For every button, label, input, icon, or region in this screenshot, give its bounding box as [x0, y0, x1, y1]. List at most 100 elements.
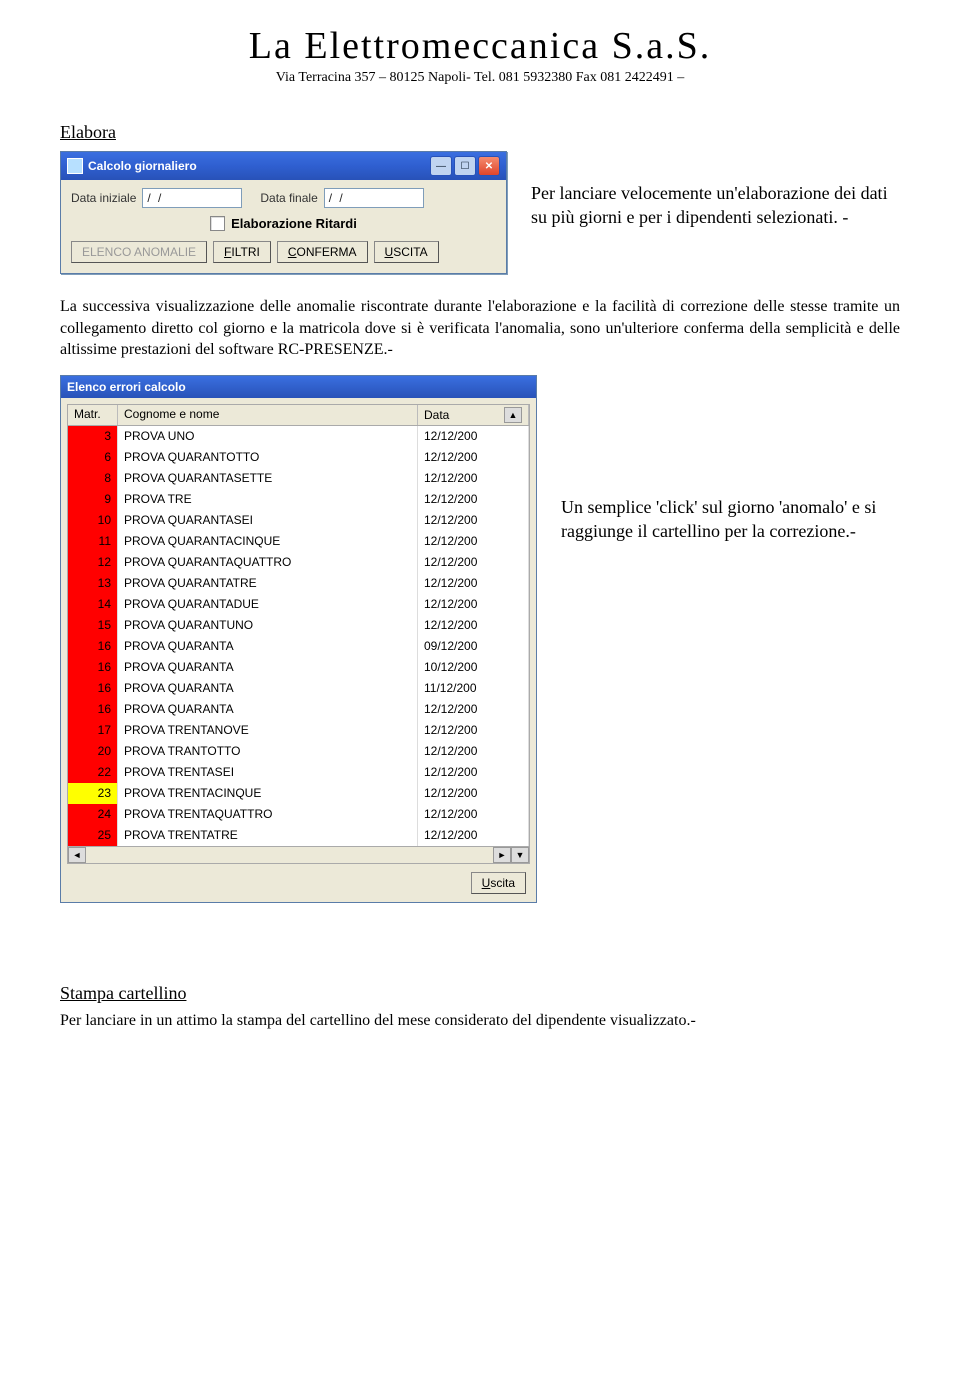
cell-nome: PROVA QUARANTA: [118, 678, 418, 699]
cell-nome: PROVA QUARANTATRE: [118, 573, 418, 594]
scroll-up-button[interactable]: ▲: [504, 407, 522, 423]
table-row[interactable]: 12PROVA QUARANTAQUATTRO12/12/200: [68, 552, 529, 573]
cell-nome: PROVA TRENTAQUATTRO: [118, 804, 418, 825]
middle-paragraph: La successiva visualizzazione delle anom…: [60, 296, 900, 361]
cell-nome: PROVA TRENTASEI: [118, 762, 418, 783]
table-row[interactable]: 24PROVA TRENTAQUATTRO12/12/200: [68, 804, 529, 825]
cell-data: 12/12/200: [418, 489, 529, 510]
horizontal-scrollbar[interactable]: ◄ ► ▼: [67, 847, 530, 864]
cell-matr: 16: [68, 699, 118, 720]
table-row[interactable]: 9PROVA TRE12/12/200: [68, 489, 529, 510]
cell-matr: 25: [68, 825, 118, 846]
table-row[interactable]: 20PROVA TRANTOTTO12/12/200: [68, 741, 529, 762]
cell-matr: 24: [68, 804, 118, 825]
input-data-iniziale[interactable]: / /: [142, 188, 242, 208]
cell-nome: PROVA TRE: [118, 489, 418, 510]
cell-data: 12/12/200: [418, 804, 529, 825]
cell-matr: 10: [68, 510, 118, 531]
table-row[interactable]: 16PROVA QUARANTA11/12/200: [68, 678, 529, 699]
cell-nome: PROVA TRENTANOVE: [118, 720, 418, 741]
cell-matr: 23: [68, 783, 118, 804]
scroll-down-button[interactable]: ▼: [511, 847, 529, 863]
company-address: Via Terracina 357 – 80125 Napoli- Tel. 0…: [60, 70, 900, 86]
cell-matr: 6: [68, 447, 118, 468]
col-data[interactable]: Data ▲: [418, 405, 529, 425]
cell-matr: 9: [68, 489, 118, 510]
cell-data: 12/12/200: [418, 825, 529, 846]
cell-nome: PROVA QUARANTASETTE: [118, 468, 418, 489]
app-icon: [67, 158, 83, 174]
btn-uscita-errori[interactable]: Uscita: [471, 872, 526, 894]
dialog-elenco-errori: Elenco errori calcolo Matr. Cognome e no…: [60, 375, 537, 903]
btn-elenco-anomalie[interactable]: ELENCO ANOMALIE: [71, 241, 207, 263]
cell-nome: PROVA QUARANTUNO: [118, 615, 418, 636]
table-row[interactable]: 14PROVA QUARANTADUE12/12/200: [68, 594, 529, 615]
cell-data: 12/12/200: [418, 699, 529, 720]
btn-conferma[interactable]: CONFERMA: [277, 241, 368, 263]
col-matr[interactable]: Matr.: [68, 405, 118, 425]
cell-nome: PROVA QUARANTAQUATTRO: [118, 552, 418, 573]
cell-matr: 17: [68, 720, 118, 741]
dialog-errori-title: Elenco errori calcolo: [61, 376, 536, 398]
table-row[interactable]: 16PROVA QUARANTA12/12/200: [68, 699, 529, 720]
scroll-left-button[interactable]: ◄: [68, 847, 86, 863]
cell-nome: PROVA QUARANTASEI: [118, 510, 418, 531]
cell-data: 12/12/200: [418, 720, 529, 741]
cell-matr: 20: [68, 741, 118, 762]
table-row[interactable]: 17PROVA TRENTANOVE12/12/200: [68, 720, 529, 741]
cell-data: 12/12/200: [418, 741, 529, 762]
cell-data: 10/12/200: [418, 657, 529, 678]
table-row[interactable]: 3PROVA UNO12/12/200: [68, 426, 529, 447]
cell-data: 12/12/200: [418, 531, 529, 552]
cell-data: 12/12/200: [418, 468, 529, 489]
col-nome[interactable]: Cognome e nome: [118, 405, 418, 425]
table-row[interactable]: 22PROVA TRENTASEI12/12/200: [68, 762, 529, 783]
cell-nome: PROVA QUARANTOTTO: [118, 447, 418, 468]
cell-nome: PROVA TRANTOTTO: [118, 741, 418, 762]
cell-matr: 13: [68, 573, 118, 594]
table-row[interactable]: 13PROVA QUARANTATRE12/12/200: [68, 573, 529, 594]
cell-matr: 12: [68, 552, 118, 573]
errors-side-text: Un semplice 'click' sul giorno 'anomalo'…: [561, 375, 900, 544]
table-row[interactable]: 10PROVA QUARANTASEI12/12/200: [68, 510, 529, 531]
cell-nome: PROVA TRENTATRE: [118, 825, 418, 846]
cell-data: 12/12/200: [418, 447, 529, 468]
close-button[interactable]: ✕: [478, 156, 500, 176]
cell-nome: PROVA QUARANTA: [118, 657, 418, 678]
input-data-finale[interactable]: / /: [324, 188, 424, 208]
elabora-side-text: Per lanciare velocemente un'elaborazione…: [531, 151, 900, 230]
btn-uscita[interactable]: USCITA: [374, 241, 439, 263]
minimize-button[interactable]: —: [430, 156, 452, 176]
dialog-calcolo-giornaliero: Calcolo giornaliero — ☐ ✕ Data iniziale …: [60, 151, 507, 274]
btn-filtri[interactable]: FILTRI: [213, 241, 271, 263]
cell-nome: PROVA QUARANTACINQUE: [118, 531, 418, 552]
table-row[interactable]: 16PROVA QUARANTA10/12/200: [68, 657, 529, 678]
table-row[interactable]: 23PROVA TRENTACINQUE12/12/200: [68, 783, 529, 804]
table-row[interactable]: 25PROVA TRENTATRE12/12/200: [68, 825, 529, 846]
cell-matr: 11: [68, 531, 118, 552]
table-row[interactable]: 8PROVA QUARANTASETTE12/12/200: [68, 468, 529, 489]
cell-matr: 16: [68, 678, 118, 699]
cell-data: 12/12/200: [418, 783, 529, 804]
cell-matr: 22: [68, 762, 118, 783]
maximize-button[interactable]: ☐: [454, 156, 476, 176]
stampa-paragraph: Per lanciare in un attimo la stampa del …: [60, 1012, 900, 1030]
cell-data: 12/12/200: [418, 615, 529, 636]
cell-data: 12/12/200: [418, 762, 529, 783]
label-data-iniziale: Data iniziale: [71, 191, 136, 205]
cell-matr: 3: [68, 426, 118, 447]
table-row[interactable]: 6PROVA QUARANTOTTO12/12/200: [68, 447, 529, 468]
cell-nome: PROVA QUARANTA: [118, 699, 418, 720]
section-stampa-title: Stampa cartellino: [60, 983, 900, 1004]
cell-data: 12/12/200: [418, 552, 529, 573]
cell-nome: PROVA QUARANTADUE: [118, 594, 418, 615]
cell-data: 09/12/200: [418, 636, 529, 657]
cell-nome: PROVA TRENTACINQUE: [118, 783, 418, 804]
table-row[interactable]: 11PROVA QUARANTACINQUE12/12/200: [68, 531, 529, 552]
cell-matr: 16: [68, 657, 118, 678]
label-data-finale: Data finale: [260, 191, 317, 205]
table-row[interactable]: 16PROVA QUARANTA09/12/200: [68, 636, 529, 657]
checkbox-elaborazione-ritardi[interactable]: [210, 216, 225, 231]
table-row[interactable]: 15PROVA QUARANTUNO12/12/200: [68, 615, 529, 636]
scroll-right-button[interactable]: ►: [493, 847, 511, 863]
